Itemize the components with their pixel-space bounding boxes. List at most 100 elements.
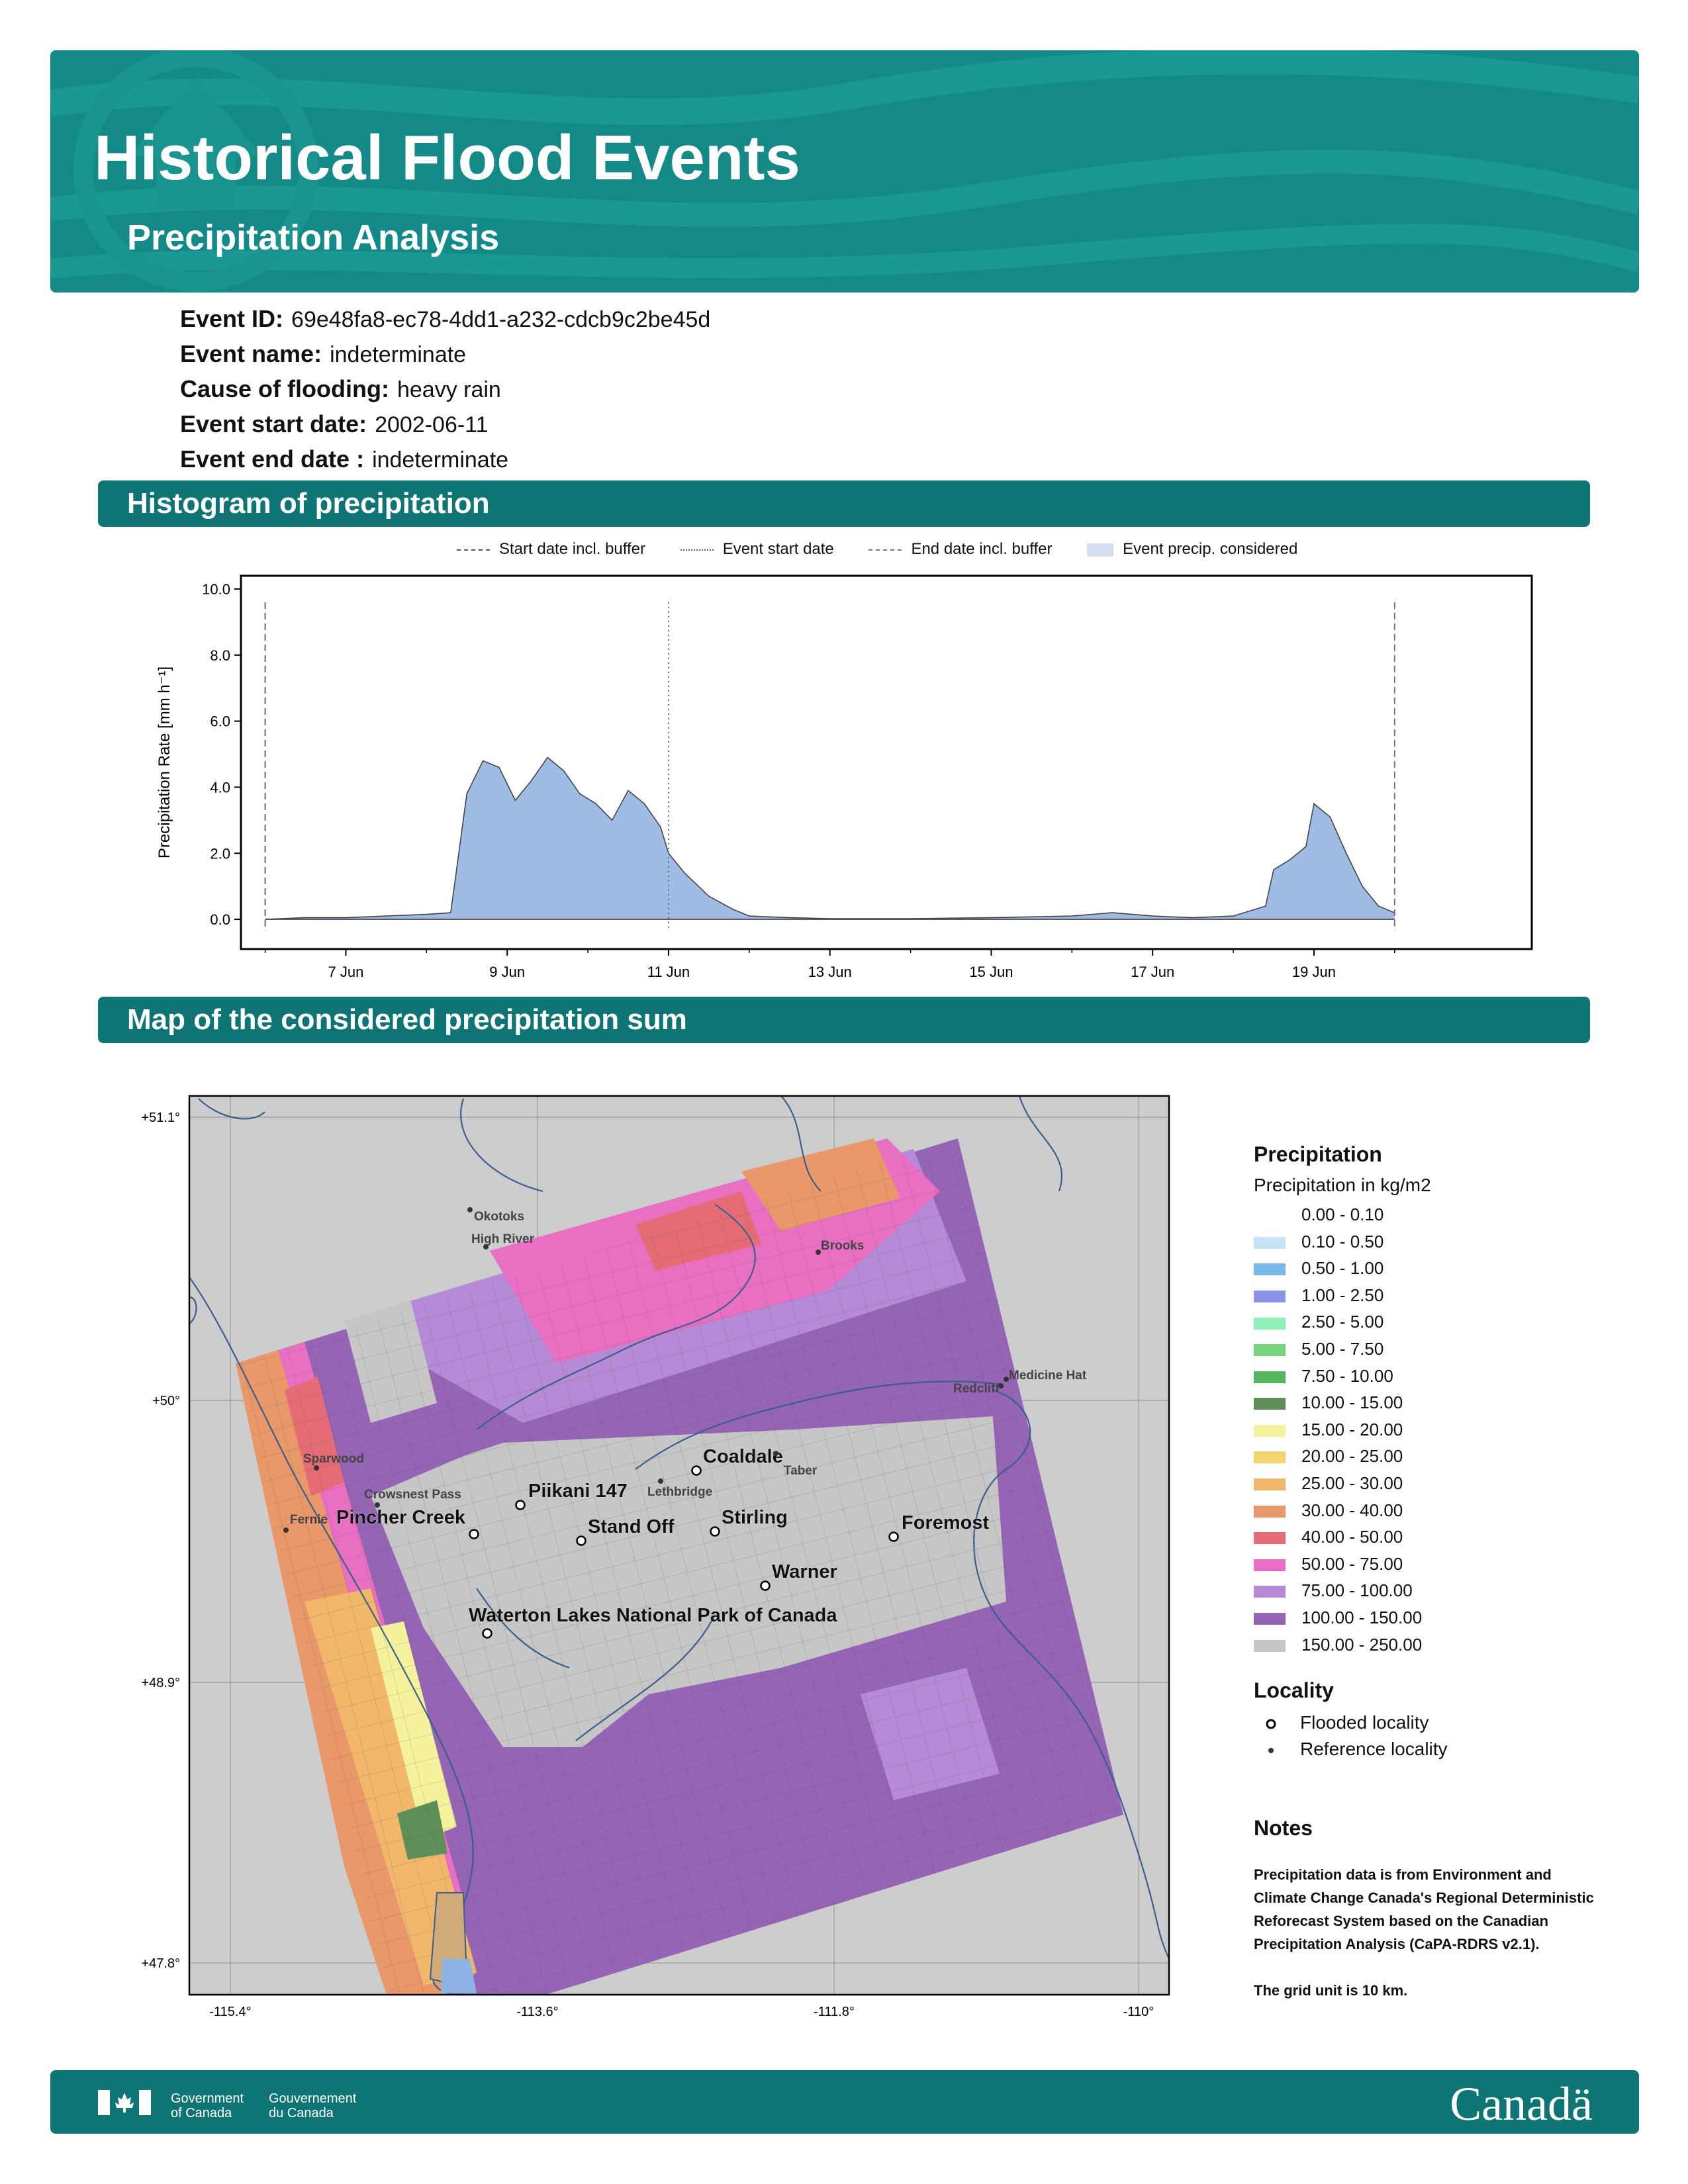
reference-label: Fernie	[290, 1513, 328, 1527]
legend-reference-label: Reference locality	[1300, 1739, 1448, 1759]
flooded-marker	[515, 1500, 526, 1510]
color-swatch	[1254, 1210, 1286, 1222]
flooded-marker	[469, 1529, 479, 1539]
reference-marker	[314, 1465, 319, 1471]
locality-legend-title: Locality	[1254, 1678, 1334, 1702]
notes: Notes Precipitation data is from Environ…	[1254, 1816, 1598, 2002]
precip-legend-label: 40.00 - 50.00	[1301, 1527, 1403, 1547]
precip-legend-item: 0.00 - 0.10	[1254, 1201, 1431, 1228]
color-swatch	[1254, 1505, 1286, 1518]
color-swatch	[1254, 1424, 1286, 1437]
gov-fr-line2: du Canada	[269, 2106, 334, 2120]
color-swatch	[1254, 1639, 1286, 1652]
precip-legend-label: 0.10 - 0.50	[1301, 1231, 1384, 1251]
precip-legend-label: 0.00 - 0.10	[1301, 1205, 1384, 1224]
precip-legend-item: 25.00 - 30.00	[1254, 1470, 1431, 1497]
precip-legend-items: 0.00 - 0.10 0.10 - 0.50 0.50 - 1.00 1.00 - …	[1254, 1201, 1431, 1658]
precip-legend-label: 150.00 - 250.00	[1301, 1634, 1423, 1655]
flooded-marker	[888, 1531, 899, 1542]
precip-legend-item: 5.00 - 7.50	[1254, 1336, 1431, 1363]
precip-legend-item: 0.10 - 0.50	[1254, 1228, 1431, 1255]
precip-legend-label: 20.00 - 25.00	[1301, 1446, 1403, 1467]
color-swatch	[1254, 1559, 1286, 1571]
reference-marker	[658, 1479, 663, 1484]
open-circle-icon	[1266, 1719, 1276, 1729]
reference-label: Okotoks	[474, 1210, 524, 1224]
flooded-marker	[760, 1580, 771, 1591]
precip-legend-item: 100.00 - 150.00	[1254, 1604, 1431, 1631]
filled-dot-icon	[1268, 1747, 1274, 1753]
flooded-label: Stirling	[722, 1507, 788, 1528]
reference-marker	[375, 1502, 380, 1508]
reference-label: Taber	[784, 1464, 818, 1478]
precip-legend: Precipitation Precipitation in kg/m2 0.0…	[1254, 1142, 1431, 1658]
legend-flooded: Flooded locality	[1254, 1709, 1448, 1736]
color-swatch	[1254, 1263, 1286, 1276]
precip-legend-item: 15.00 - 20.00	[1254, 1416, 1431, 1443]
precip-legend-subtitle: Precipitation in kg/m2	[1254, 1175, 1431, 1195]
precip-legend-label: 5.00 - 7.50	[1301, 1338, 1384, 1359]
reference-label: Crowsnest Pass	[364, 1488, 461, 1502]
reference-label: Lethbridge	[647, 1485, 712, 1499]
lat-label: +51.1°	[141, 1111, 180, 1125]
color-swatch	[1254, 1532, 1286, 1545]
reference-label: Sparwood	[303, 1452, 364, 1466]
reference-label: Medicine Hat	[1009, 1369, 1087, 1383]
precip-legend-item: 30.00 - 40.00	[1254, 1497, 1431, 1524]
precip-legend-item: 40.00 - 50.00	[1254, 1524, 1431, 1551]
legend-flooded-label: Flooded locality	[1300, 1712, 1429, 1733]
flooded-label: Foremost	[902, 1512, 989, 1533]
precip-legend-item: 1.00 - 2.50	[1254, 1282, 1431, 1309]
flooded-marker	[576, 1535, 586, 1546]
flooded-label: Pincher Creek	[336, 1507, 466, 1528]
canada-wordmark: Canadä	[1450, 2077, 1593, 2130]
precip-legend-item: 10.00 - 15.00	[1254, 1389, 1431, 1416]
reference-marker	[816, 1250, 821, 1255]
lon-label: -111.8°	[814, 2005, 855, 2019]
color-swatch	[1254, 1236, 1286, 1249]
precip-legend-item: 50.00 - 75.00	[1254, 1551, 1431, 1578]
precip-legend-label: 100.00 - 150.00	[1301, 1607, 1423, 1627]
flooded-label: Coaldale	[703, 1446, 783, 1467]
color-swatch	[1254, 1398, 1286, 1410]
lat-label: +50°	[152, 1394, 180, 1408]
gov-fr-line1: Gouvernement	[269, 2091, 357, 2106]
precip-legend-label: 2.50 - 5.00	[1301, 1312, 1384, 1332]
precip-legend-item: 7.50 - 10.00	[1254, 1363, 1431, 1390]
flooded-marker	[482, 1628, 492, 1639]
flooded-label: Stand Off	[588, 1516, 675, 1537]
precip-legend-label: 50.00 - 75.00	[1301, 1553, 1403, 1574]
precip-legend-label: 7.50 - 10.00	[1301, 1365, 1393, 1386]
reference-label: Brooks	[821, 1239, 864, 1253]
precip-legend-label: 15.00 - 20.00	[1301, 1419, 1403, 1439]
lat-label: +47.8°	[141, 1956, 180, 1971]
reference-label: High River	[471, 1232, 535, 1246]
reference-label: Redcliff	[953, 1382, 1000, 1396]
gov-fr: Gouvernement du Canada	[269, 2091, 356, 2120]
precip-legend-label: 75.00 - 100.00	[1301, 1580, 1413, 1601]
flooded-label: Waterton Lakes National Park of Canada	[469, 1605, 837, 1626]
precip-legend-title: Precipitation	[1254, 1142, 1382, 1166]
gov-en-line1: Government	[171, 2091, 244, 2106]
precip-legend-item: 0.50 - 1.00	[1254, 1255, 1431, 1282]
locality-legend: Locality Flooded locality Reference loca…	[1254, 1678, 1448, 1762]
x-tick-label: 19 Jun	[1292, 964, 1336, 980]
precip-legend-item: 75.00 - 100.00	[1254, 1577, 1431, 1604]
gov-en-line2: of Canada	[171, 2106, 232, 2120]
precip-map: +51.1° +50° +48.9° +47.8° -115.4° -113.6° -111…	[141, 1095, 1170, 2019]
legend-reference: Reference locality	[1254, 1736, 1448, 1762]
flooded-label: Warner	[772, 1561, 837, 1582]
color-swatch	[1254, 1290, 1286, 1302]
precip-legend-item: 2.50 - 5.00	[1254, 1308, 1431, 1336]
lon-label: -115.4°	[209, 2005, 251, 2019]
canada-flag-icon	[98, 2090, 151, 2115]
footer: Government of Canada Gouvernement du Canad…	[50, 2070, 1639, 2134]
reference-marker	[467, 1207, 473, 1212]
precip-legend-label: 10.00 - 15.00	[1301, 1392, 1403, 1413]
color-swatch	[1254, 1613, 1286, 1625]
color-swatch	[1254, 1479, 1286, 1491]
lon-label: -110°	[1123, 2005, 1154, 2019]
flooded-marker	[691, 1465, 702, 1476]
precip-legend-label: 1.00 - 2.50	[1301, 1285, 1384, 1305]
color-swatch	[1254, 1317, 1286, 1330]
